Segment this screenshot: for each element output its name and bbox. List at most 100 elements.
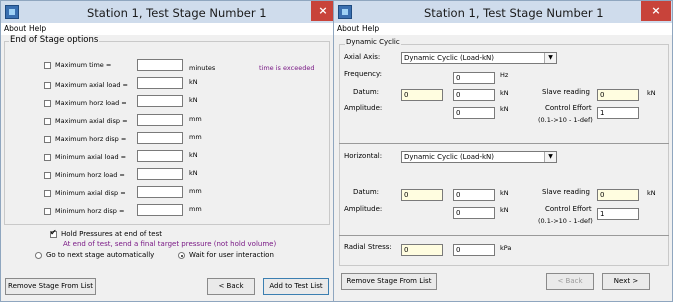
hold-pressures-label: Hold Pressures at end of test — [61, 230, 163, 238]
back-button[interactable]: < Back — [207, 278, 255, 295]
axial-amplitude-input[interactable]: 0 — [453, 107, 495, 119]
min-axial-load-label: Minimum axial load = — [55, 153, 127, 161]
radial-stress-input[interactable]: 0 — [453, 244, 495, 256]
axial-datum-input[interactable]: 0 — [453, 89, 495, 101]
close-icon[interactable]: × — [311, 1, 333, 21]
max-time-unit: minutes — [189, 64, 216, 72]
max-axial-load-label: Maximum axial load = — [55, 81, 128, 89]
back-button[interactable]: < Back — [546, 273, 594, 290]
axial-datum-unit: kN — [500, 89, 509, 97]
max-axial-load-input[interactable] — [137, 77, 183, 89]
max-time-label: Maximum time = — [55, 61, 112, 69]
radial-stress-unit: kPa — [500, 244, 512, 252]
min-horz-disp-input[interactable] — [137, 204, 183, 216]
horz-amplitude-label: Amplitude: — [344, 205, 383, 213]
next-stage-radio-label: Go to next stage automatically — [46, 251, 155, 259]
radial-stress-current: 0 — [401, 244, 443, 256]
right-window: Station 1, Test Stage Number 1 × About H… — [333, 0, 673, 302]
min-axial-disp-label: Minimum axial disp = — [55, 189, 126, 197]
max-axial-load-checkbox[interactable] — [44, 82, 51, 89]
app-icon — [338, 5, 352, 19]
axial-axis-label: Axial Axis: — [344, 53, 381, 61]
menu-about[interactable]: About — [337, 24, 359, 33]
max-time-input[interactable] — [137, 59, 183, 71]
axial-axis-dropdown[interactable]: Dynamic Cyclic (Load-kN) ▼ — [401, 52, 557, 64]
min-horz-load-checkbox[interactable] — [44, 172, 51, 179]
frequency-unit: Hz — [500, 71, 509, 79]
horz-datum-input[interactable]: 0 — [453, 189, 495, 201]
left-menubar: About Help — [1, 23, 333, 35]
radial-stress-label: Radial Stress: — [344, 243, 392, 251]
min-axial-disp-checkbox[interactable] — [44, 190, 51, 197]
max-axial-disp-label: Maximum axial disp = — [55, 117, 128, 125]
horz-slave-value: 0 — [597, 189, 639, 201]
max-horz-load-checkbox[interactable] — [44, 100, 51, 107]
horz-control-effort-input[interactable]: 1 — [597, 208, 639, 220]
app-icon — [5, 5, 19, 19]
time-exceeded-note: time is exceeded — [259, 64, 315, 72]
menu-about[interactable]: About — [4, 24, 26, 33]
horz-datum-unit: kN — [500, 189, 509, 197]
remove-stage-button[interactable]: Remove Stage From List — [341, 273, 437, 290]
min-axial-load-checkbox[interactable] — [44, 154, 51, 161]
horz-slave-unit: kN — [647, 189, 656, 197]
max-horz-load-label: Maximum horz load = — [55, 99, 127, 107]
min-axial-disp-input[interactable] — [137, 186, 183, 198]
next-stage-radio[interactable] — [35, 252, 42, 259]
axial-amplitude-label: Amplitude: — [344, 104, 383, 112]
end-of-stage-legend: End of Stage options — [9, 35, 100, 45]
hold-pressures-note: At end of test, send a final target pres… — [63, 240, 277, 248]
right-titlebar[interactable]: Station 1, Test Stage Number 1 × — [334, 1, 672, 23]
max-time-checkbox[interactable] — [44, 62, 51, 69]
remove-stage-button[interactable]: Remove Stage From List — [5, 278, 96, 295]
next-button[interactable]: Next > — [602, 273, 650, 290]
max-axial-disp-unit: mm — [189, 115, 202, 123]
horz-datum-label: Datum: — [353, 188, 380, 196]
axial-control-effort-input[interactable]: 1 — [597, 107, 639, 119]
frequency-input[interactable]: 0 — [453, 72, 495, 84]
max-axial-load-unit: kN — [189, 78, 198, 86]
horizontal-selected: Dynamic Cyclic (Load-kN) — [404, 153, 495, 161]
max-horz-disp-checkbox[interactable] — [44, 136, 51, 143]
dynamic-cyclic-legend: Dynamic Cyclic — [345, 38, 401, 46]
left-window: Station 1, Test Stage Number 1 × About H… — [0, 0, 334, 302]
horizontal-dropdown[interactable]: Dynamic Cyclic (Load-kN) ▼ — [401, 151, 557, 163]
axial-slave-label: Slave reading — [542, 88, 590, 96]
horz-slave-label: Slave reading — [542, 188, 590, 196]
close-icon[interactable]: × — [641, 1, 671, 21]
axial-datum-label: Datum: — [353, 88, 380, 96]
min-horz-load-label: Minimum horz load = — [55, 171, 125, 179]
axial-control-effort-label: Control Effort — [545, 104, 592, 112]
wait-user-radio[interactable] — [178, 252, 185, 259]
left-titlebar[interactable]: Station 1, Test Stage Number 1 × — [1, 1, 333, 23]
hold-pressures-checkbox[interactable] — [50, 228, 57, 238]
add-to-test-list-button[interactable]: Add to Test List — [263, 278, 329, 295]
min-axial-load-unit: kN — [189, 151, 198, 159]
divider — [339, 235, 669, 236]
horz-amplitude-input[interactable]: 0 — [453, 207, 495, 219]
wait-user-radio-label: Wait for user interaction — [189, 251, 274, 259]
max-horz-load-input[interactable] — [137, 95, 183, 107]
menu-help[interactable]: Help — [362, 24, 379, 33]
max-horz-disp-unit: mm — [189, 133, 202, 141]
left-window-title: Station 1, Test Stage Number 1 — [87, 6, 267, 20]
right-window-title: Station 1, Test Stage Number 1 — [424, 6, 604, 20]
horz-control-effort-label: Control Effort — [545, 205, 592, 213]
min-horz-load-input[interactable] — [137, 168, 183, 180]
dropdown-arrow-icon[interactable]: ▼ — [544, 152, 556, 162]
axial-datum-current: 0 — [401, 89, 443, 101]
divider — [339, 143, 669, 144]
dropdown-arrow-icon[interactable]: ▼ — [544, 53, 556, 63]
max-horz-disp-label: Maximum horz disp = — [55, 135, 127, 143]
max-axial-disp-checkbox[interactable] — [44, 118, 51, 125]
horz-amplitude-unit: kN — [500, 206, 509, 214]
min-axial-load-input[interactable] — [137, 150, 183, 162]
horz-control-effort-hint: (0.1->10 - 1-def) — [538, 217, 593, 225]
max-horz-disp-input[interactable] — [137, 132, 183, 144]
menu-help[interactable]: Help — [29, 24, 46, 33]
min-horz-disp-checkbox[interactable] — [44, 208, 51, 215]
axial-amplitude-unit: kN — [500, 105, 509, 113]
min-axial-disp-unit: mm — [189, 187, 202, 195]
right-menubar: About Help — [334, 23, 672, 35]
max-axial-disp-input[interactable] — [137, 114, 183, 126]
